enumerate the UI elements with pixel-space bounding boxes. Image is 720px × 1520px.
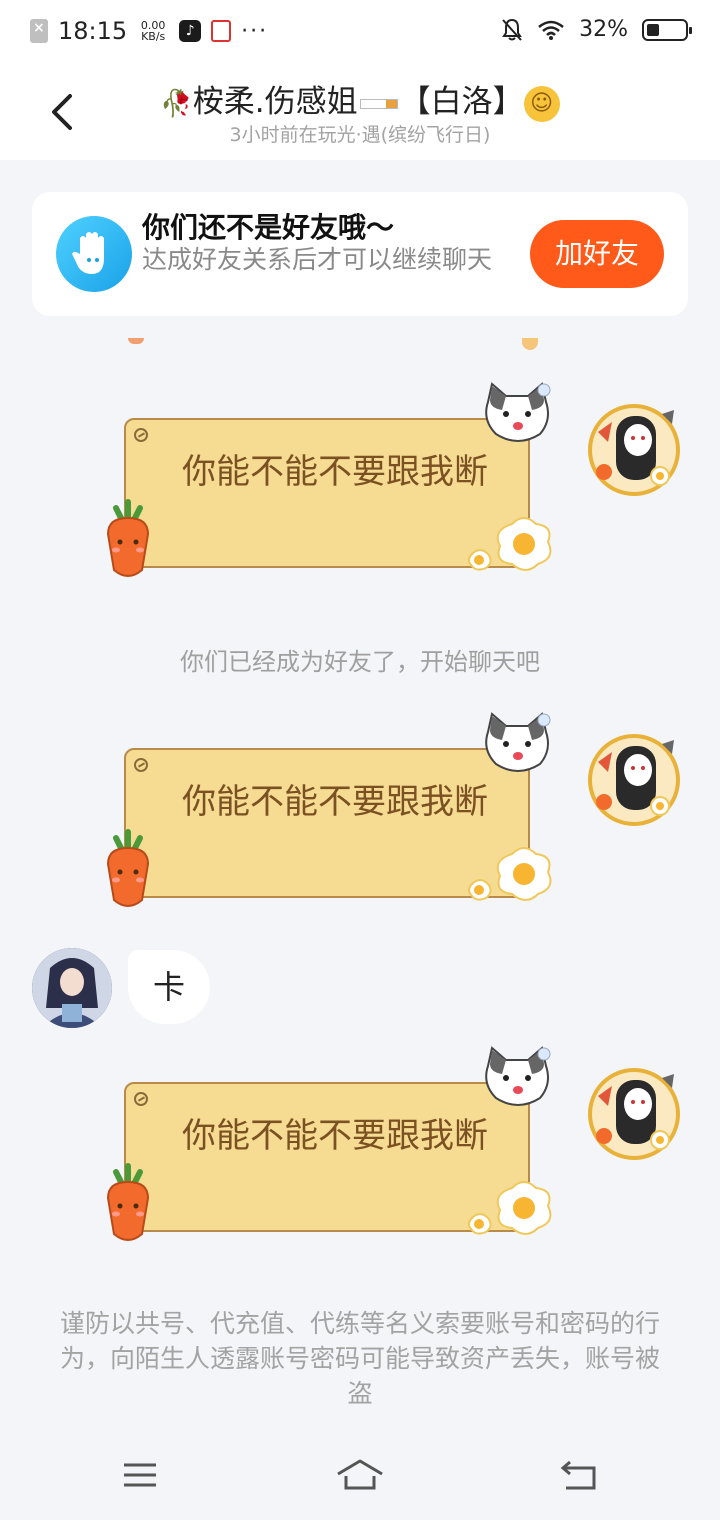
notification-app-icon [211, 20, 232, 42]
waving-hand-icon [56, 216, 132, 292]
message-bubble-right[interactable]: 你能不能不要跟我断 [100, 382, 560, 577]
fried-egg-sticker-icon [468, 847, 552, 901]
home-icon[interactable] [336, 1458, 384, 1492]
pin-icon [134, 428, 148, 442]
contact-avatar[interactable] [32, 948, 112, 1028]
not-friends-card: 你们还不是好友哦～ 达成好友关系后才可以继续聊天 加好友 [32, 192, 688, 316]
wifi-icon [538, 20, 564, 40]
message-text: 你能不能不要跟我断 [182, 452, 488, 492]
message-text: 你能不能不要跟我断 [182, 1116, 488, 1156]
contact-avatar-image [32, 948, 112, 1028]
status-bar: 18:15 0.00 KB/s ♪ ··· 32% [0, 0, 720, 64]
add-friend-button[interactable]: 加好友 [530, 220, 664, 288]
contact-status: 3小时前在玩光·遇(缤纷飞行日) [229, 124, 491, 146]
message-bubble-left[interactable]: 卡 [128, 950, 210, 1024]
my-avatar[interactable] [586, 1066, 682, 1162]
not-friends-title: 你们还不是好友哦～ [142, 211, 395, 244]
partial-egg-decoration [522, 338, 538, 350]
cigarette-icon [359, 98, 398, 109]
not-friends-description: 达成好友关系后才可以继续聊天 [142, 245, 493, 274]
chat-title: 🥀桉柔.伤感姐 【白洛】 ☺ [0, 76, 720, 122]
my-avatar[interactable] [586, 732, 682, 828]
tiktok-icon: ♪ [179, 20, 202, 42]
pin-icon [134, 758, 148, 772]
partial-carrot-decoration [128, 338, 144, 344]
message-text: 你能不能不要跟我断 [182, 782, 488, 822]
cat-sticker-icon [485, 712, 551, 772]
contact-tag: 【白洛】 [399, 84, 524, 120]
carrot-sticker-icon [106, 1163, 150, 1241]
pin-icon [134, 1092, 148, 1106]
cat-sticker-icon [485, 1046, 551, 1106]
network-speed-unit: KB/s [141, 30, 166, 43]
carrot-sticker-icon [106, 829, 150, 907]
menu-icon[interactable] [118, 1458, 162, 1492]
carrot-sticker-icon [106, 499, 150, 577]
contact-name: 桉柔.伤感姐 [192, 84, 358, 120]
chat-header: 🥀桉柔.伤感姐 【白洛】 ☺ 3小时前在玩光·遇(缤纷飞行日) [0, 64, 720, 160]
fried-egg-sticker-icon [468, 1181, 552, 1235]
no-sim-icon [30, 19, 48, 43]
more-notifications-icon: ··· [241, 18, 269, 44]
security-warning: 谨防以共号、代充值、代练等名义索要账号和密码的行为，向陌生人透露账号密码可能导致… [59, 1309, 660, 1408]
battery-icon [642, 18, 692, 41]
system-nav-bar [0, 1430, 720, 1520]
message-text: 卡 [152, 968, 185, 1006]
message-bubble-right[interactable]: 你能不能不要跟我断 [100, 1046, 560, 1241]
cat-sticker-icon [485, 382, 551, 442]
network-speed: 0.00 KB/s [137, 20, 169, 42]
laughing-face-icon: ☺ [523, 85, 560, 122]
battery-percent: 32% [579, 17, 628, 42]
system-notice: 你们已经成为好友了，开始聊天吧 [180, 648, 540, 676]
fried-egg-sticker-icon [468, 517, 552, 571]
status-time: 18:15 [58, 17, 128, 45]
mute-bell-icon [502, 18, 522, 41]
wilted-rose-icon: 🥀 [160, 88, 193, 119]
message-bubble-right[interactable]: 你能不能不要跟我断 [100, 712, 560, 907]
my-avatar[interactable] [586, 402, 682, 498]
return-icon[interactable] [558, 1458, 602, 1492]
